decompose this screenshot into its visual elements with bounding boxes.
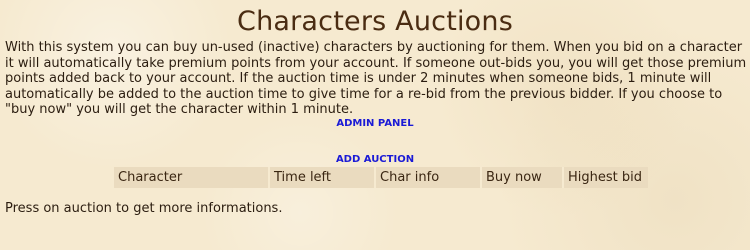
auctions-table-header-row: Character Time left Char info Buy now Hi… [114, 167, 648, 188]
auctions-table-header: Character Time left Char info Buy now Hi… [114, 167, 648, 188]
intro-text: With this system you can buy un-used (in… [5, 40, 747, 117]
column-header-time-left: Time left [270, 167, 376, 188]
column-header-char-info: Char info [376, 167, 482, 188]
column-header-buy-now: Buy now [482, 167, 564, 188]
add-auction-link[interactable]: ADD AUCTION [0, 154, 750, 166]
column-header-highest-bid: Highest bid [564, 167, 648, 188]
auctions-page: Characters Auctions With this system you… [0, 0, 750, 250]
column-header-character: Character [114, 167, 270, 188]
auctions-table: Character Time left Char info Buy now Hi… [114, 167, 648, 188]
footer-hint-text: Press on auction to get more information… [5, 201, 283, 216]
page-title: Characters Auctions [237, 6, 513, 37]
admin-panel-link[interactable]: ADMIN PANEL [0, 118, 750, 130]
